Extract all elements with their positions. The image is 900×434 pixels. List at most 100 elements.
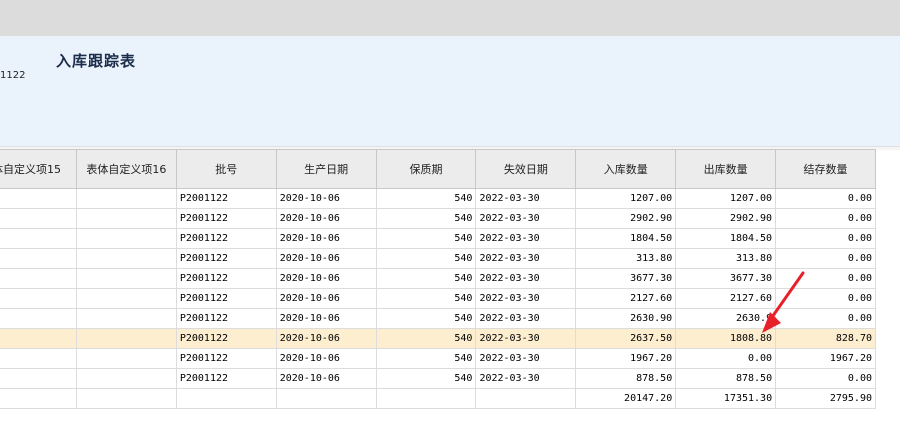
batch-cell[interactable]: P2001122 [175, 268, 277, 289]
production-date-cell[interactable]: 2020-10-06 [275, 288, 377, 309]
custom16-cell[interactable] [75, 188, 177, 209]
batch-cell[interactable]: P2001122 [175, 248, 277, 269]
in-qty-cell[interactable]: 878.50 [575, 368, 677, 389]
custom15-cell[interactable] [0, 228, 77, 249]
balance-qty-cell[interactable]: 0.00 [775, 308, 876, 329]
balance-qty-cell[interactable]: 0.00 [775, 368, 876, 389]
col-header-custom16[interactable]: 表体自定义项16 [75, 149, 177, 189]
balance-qty-cell[interactable]: 0.00 [775, 188, 876, 209]
out-qty-cell[interactable]: 3677.30 [675, 268, 777, 289]
custom16-cell[interactable] [75, 328, 177, 349]
expiry-date-cell[interactable]: 2022-03-30 [475, 368, 577, 389]
expiry-date-cell[interactable]: 2022-03-30 [475, 268, 577, 289]
in-qty-cell[interactable]: 2127.60 [575, 288, 677, 309]
batch-cell[interactable]: P2001122 [175, 188, 277, 209]
batch-cell[interactable]: P2001122 [175, 328, 277, 349]
col-header-out-qty[interactable]: 出库数量 [675, 149, 777, 189]
table-row[interactable]: P2001122 2020-10-06 540 2022-03-30 878.50 878… [0, 368, 876, 389]
expiry-date-cell[interactable]: 2022-03-30 [475, 228, 577, 249]
table-row[interactable]: P2001122 2020-10-06 540 2022-03-30 2637.50 18… [0, 328, 876, 349]
out-qty-cell[interactable]: 2127.60 [675, 288, 777, 309]
balance-qty-cell[interactable]: 0.00 [775, 228, 876, 249]
custom16-cell[interactable] [75, 308, 177, 329]
in-qty-cell[interactable]: 1207.00 [575, 188, 677, 209]
shelf-life-cell[interactable]: 540 [375, 248, 477, 269]
production-date-cell[interactable]: 2020-10-06 [275, 368, 377, 389]
production-date-cell[interactable]: 2020-10-06 [275, 248, 377, 269]
col-header-custom15[interactable]: 体自定义项15 [0, 149, 77, 189]
custom16-cell[interactable] [75, 368, 177, 389]
in-qty-cell[interactable]: 1804.50 [575, 228, 677, 249]
in-qty-cell[interactable]: 3677.30 [575, 268, 677, 289]
col-header-shelf-life[interactable]: 保质期 [375, 149, 477, 189]
batch-cell[interactable]: P2001122 [175, 368, 277, 389]
custom16-cell[interactable] [75, 228, 177, 249]
production-date-cell[interactable]: 2020-10-06 [275, 328, 377, 349]
expiry-date-cell[interactable]: 2022-03-30 [475, 248, 577, 269]
col-header-batch[interactable]: 批号 [175, 149, 277, 189]
balance-qty-cell[interactable]: 0.00 [775, 248, 876, 269]
batch-cell[interactable]: P2001122 [175, 308, 277, 329]
custom15-cell[interactable] [0, 348, 77, 369]
shelf-life-cell[interactable]: 540 [375, 308, 477, 329]
out-qty-cell[interactable]: 0.00 [675, 348, 777, 369]
expiry-date-cell[interactable]: 2022-03-30 [475, 328, 577, 349]
production-date-cell[interactable]: 2020-10-06 [275, 308, 377, 329]
expiry-date-cell[interactable]: 2022-03-30 [475, 308, 577, 329]
table-row[interactable]: P2001122 2020-10-06 540 2022-03-30 1967.20 0.… [0, 348, 876, 369]
custom16-cell[interactable] [75, 208, 177, 229]
shelf-life-cell[interactable]: 540 [375, 368, 477, 389]
custom16-cell[interactable] [75, 268, 177, 289]
table-row[interactable]: P2001122 2020-10-06 540 2022-03-30 313.80 313… [0, 248, 876, 269]
in-qty-cell[interactable]: 1967.20 [575, 348, 677, 369]
shelf-life-cell[interactable]: 540 [375, 288, 477, 309]
balance-qty-cell[interactable]: 1967.20 [775, 348, 876, 369]
table-row[interactable]: P2001122 2020-10-06 540 2022-03-30 1207.00 12… [0, 188, 876, 209]
shelf-life-cell[interactable]: 540 [375, 188, 477, 209]
col-header-production-date[interactable]: 生产日期 [275, 149, 377, 189]
shelf-life-cell[interactable]: 540 [375, 268, 477, 289]
balance-qty-cell[interactable]: 0.00 [775, 288, 876, 309]
expiry-date-cell[interactable]: 2022-03-30 [475, 188, 577, 209]
custom16-cell[interactable] [75, 248, 177, 269]
col-header-balance-qty[interactable]: 结存数量 [775, 149, 876, 189]
batch-cell[interactable]: P2001122 [175, 228, 277, 249]
shelf-life-cell[interactable]: 540 [375, 328, 477, 349]
shelf-life-cell[interactable]: 540 [375, 348, 477, 369]
shelf-life-cell[interactable]: 540 [375, 228, 477, 249]
custom15-cell[interactable] [0, 268, 77, 289]
out-qty-cell[interactable]: 878.50 [675, 368, 777, 389]
custom16-cell[interactable] [75, 288, 177, 309]
table-row[interactable]: P2001122 2020-10-06 540 2022-03-30 1804.50 18… [0, 228, 876, 249]
balance-qty-cell[interactable]: 828.70 [775, 328, 876, 349]
out-qty-cell[interactable]: 1808.80 [675, 328, 777, 349]
batch-cell[interactable]: P2001122 [175, 348, 277, 369]
out-qty-cell[interactable]: 313.80 [675, 248, 777, 269]
in-qty-cell[interactable]: 2637.50 [575, 328, 677, 349]
shelf-life-cell[interactable]: 540 [375, 208, 477, 229]
custom15-cell[interactable] [0, 308, 77, 329]
custom15-cell[interactable] [0, 248, 77, 269]
balance-qty-cell[interactable]: 0.00 [775, 268, 876, 289]
in-qty-cell[interactable]: 2902.90 [575, 208, 677, 229]
production-date-cell[interactable]: 2020-10-06 [275, 348, 377, 369]
batch-cell[interactable]: P2001122 [175, 288, 277, 309]
custom16-cell[interactable] [75, 348, 177, 369]
table-row[interactable]: P2001122 2020-10-06 540 2022-03-30 2127.60 21… [0, 288, 876, 309]
custom15-cell[interactable] [0, 328, 77, 349]
table-row[interactable]: P2001122 2020-10-06 540 2022-03-30 2902.90 29… [0, 208, 876, 229]
out-qty-cell[interactable]: 1207.00 [675, 188, 777, 209]
out-qty-cell[interactable]: 1804.50 [675, 228, 777, 249]
table-row[interactable]: P2001122 2020-10-06 540 2022-03-30 2630.90 26… [0, 308, 876, 329]
production-date-cell[interactable]: 2020-10-06 [275, 228, 377, 249]
out-qty-cell[interactable]: 2630.9 [675, 308, 777, 329]
batch-cell[interactable]: P2001122 [175, 208, 277, 229]
custom15-cell[interactable] [0, 208, 77, 229]
balance-qty-cell[interactable]: 0.00 [775, 208, 876, 229]
expiry-date-cell[interactable]: 2022-03-30 [475, 208, 577, 229]
table-row[interactable]: P2001122 2020-10-06 540 2022-03-30 3677.30 36… [0, 268, 876, 289]
col-header-expiry-date[interactable]: 失效日期 [475, 149, 577, 189]
production-date-cell[interactable]: 2020-10-06 [275, 208, 377, 229]
custom15-cell[interactable] [0, 288, 77, 309]
in-qty-cell[interactable]: 313.80 [575, 248, 677, 269]
